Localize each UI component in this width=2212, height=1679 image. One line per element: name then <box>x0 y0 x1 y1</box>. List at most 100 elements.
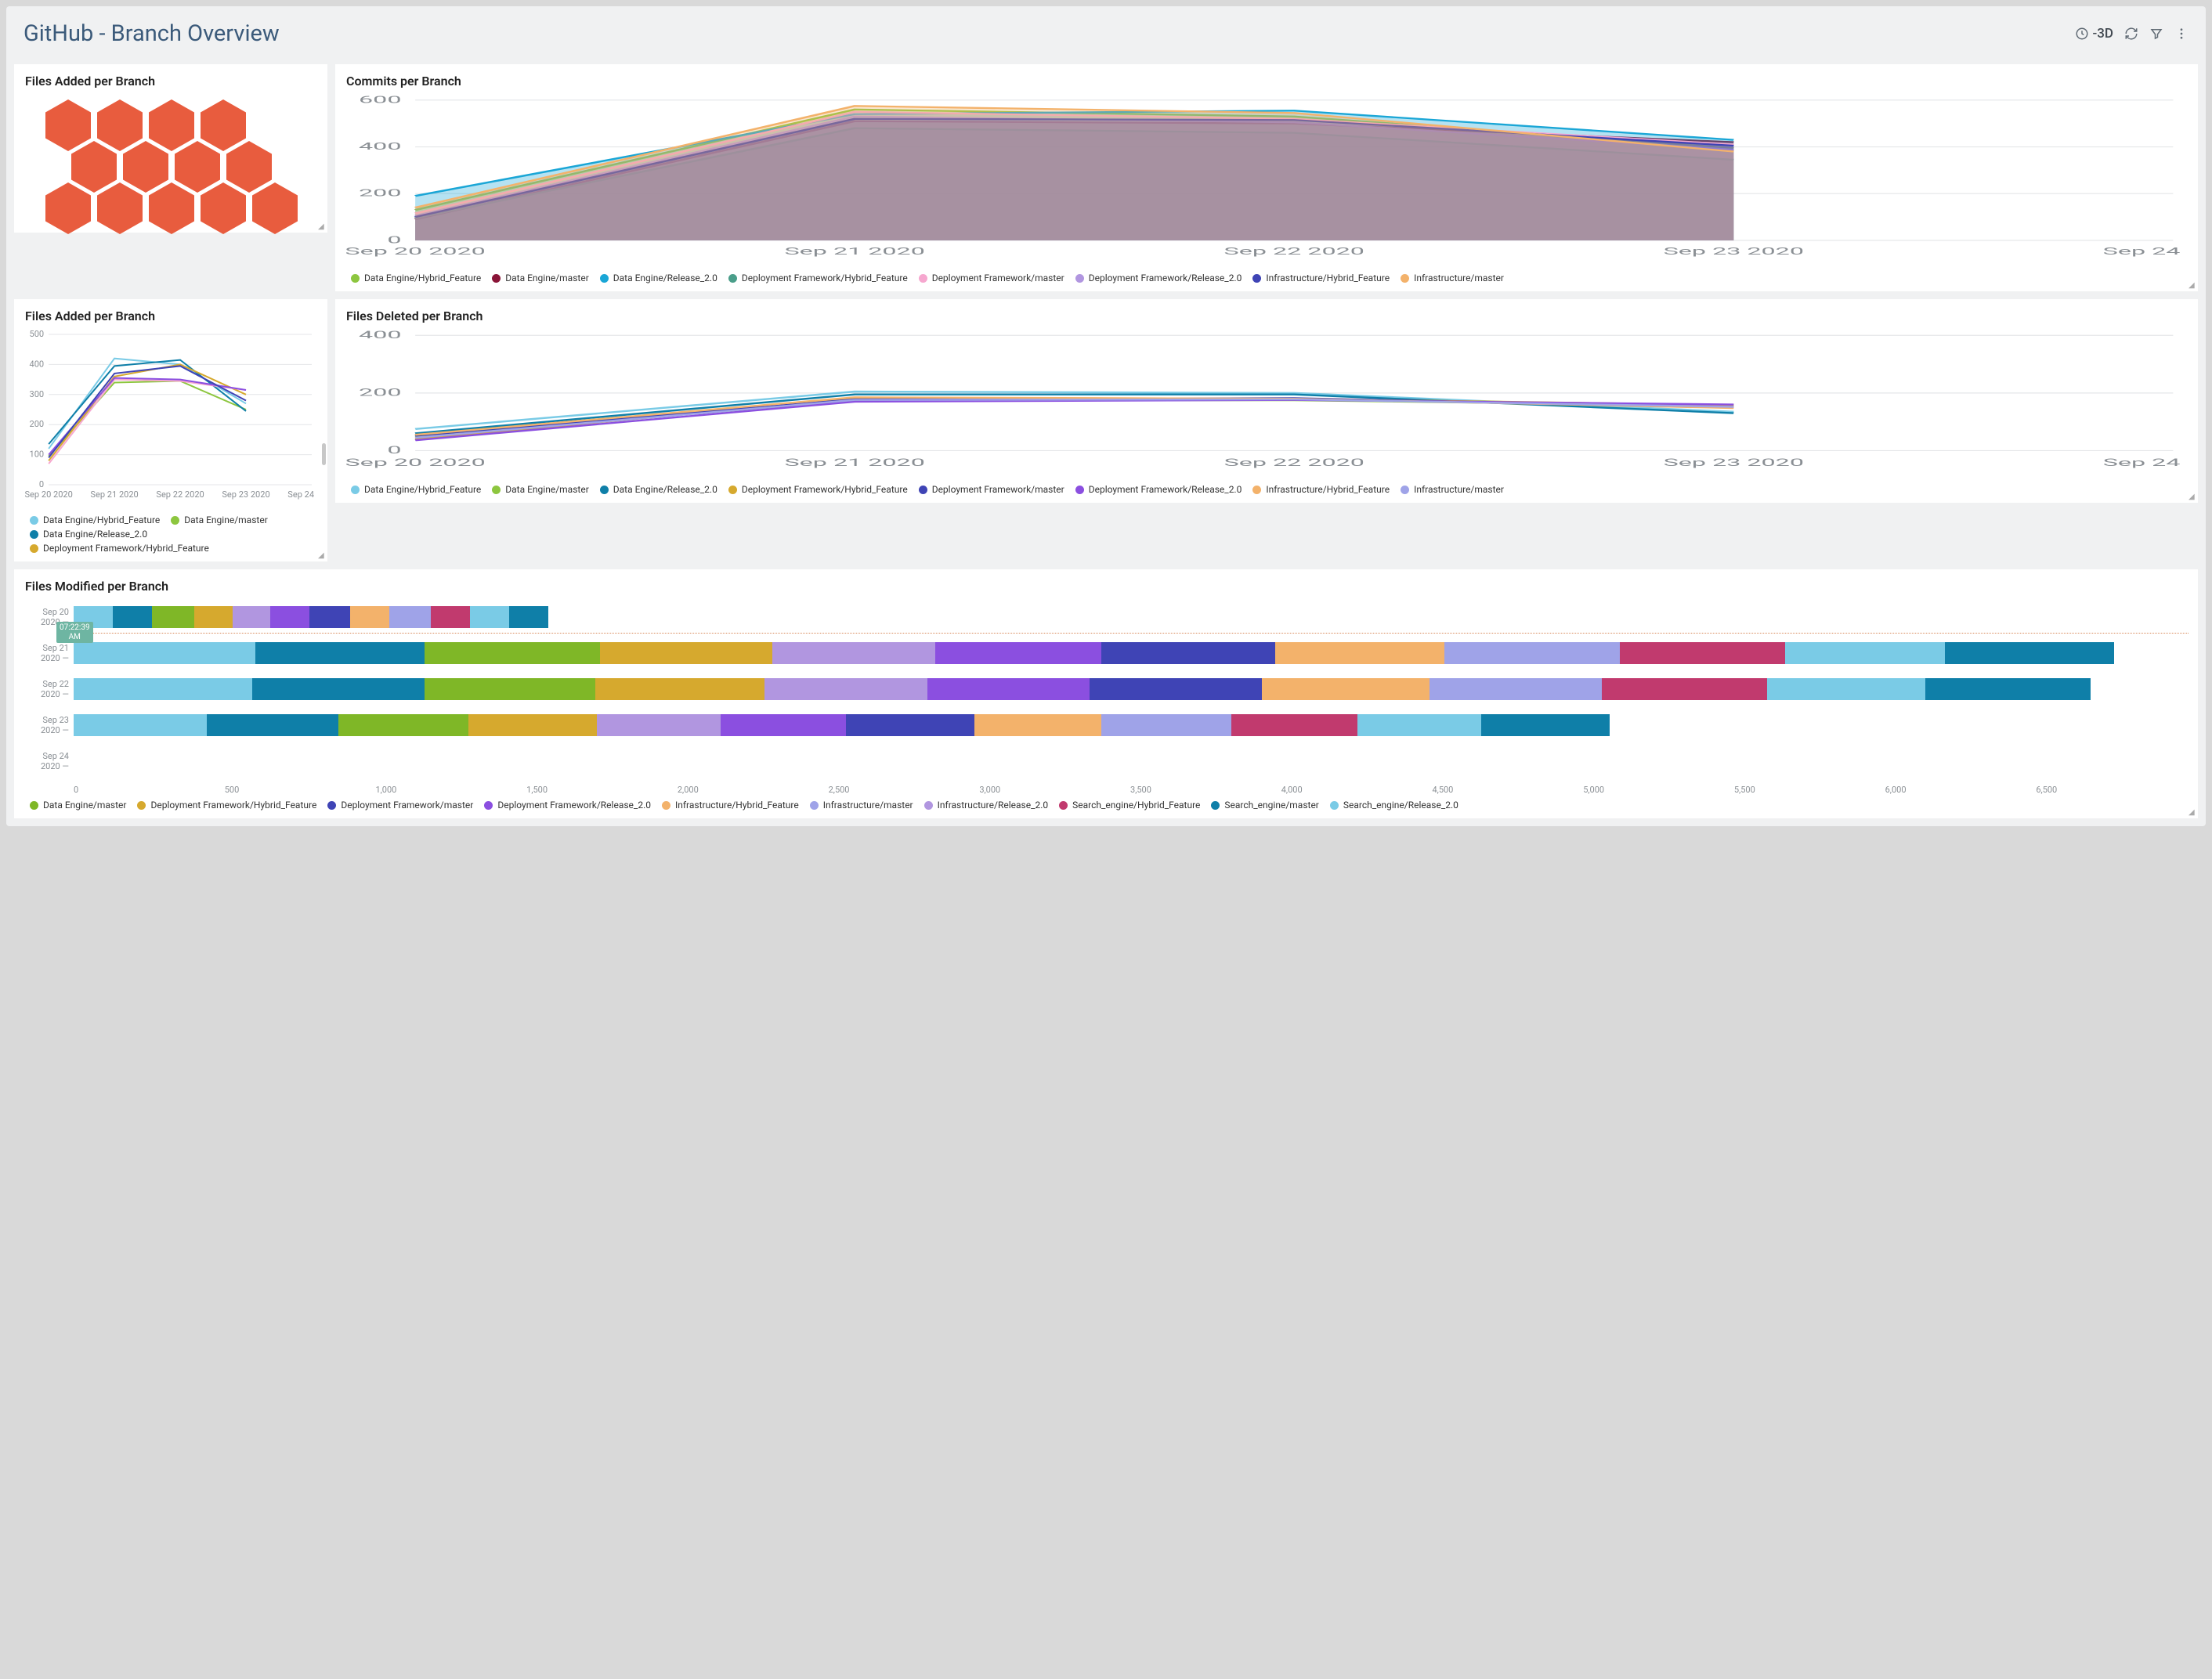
bar-segment[interactable] <box>350 606 389 628</box>
bar-category-label: Sep 23 2020 — <box>25 715 74 735</box>
bar-segment[interactable] <box>597 714 721 736</box>
bar-segment[interactable] <box>772 642 935 664</box>
legend-item[interactable]: Deployment Framework/Hybrid_Feature <box>728 484 908 495</box>
legend-item[interactable]: Deployment Framework/master <box>327 800 473 811</box>
bar-segment[interactable] <box>1357 714 1481 736</box>
legend-item[interactable]: Data Engine/master <box>492 273 588 283</box>
bar-segment[interactable] <box>152 606 194 628</box>
legend-swatch <box>327 801 336 810</box>
legend-item[interactable]: Data Engine/master <box>171 515 267 525</box>
xaxis-tick: 1,500 <box>526 785 678 795</box>
bar-segment[interactable] <box>1090 678 1262 700</box>
bar-segment[interactable] <box>470 606 509 628</box>
bar-segment[interactable] <box>309 606 350 628</box>
bar-segment[interactable] <box>721 714 846 736</box>
legend-item[interactable]: Deployment Framework/Hybrid_Feature <box>137 800 316 811</box>
bar-segment[interactable] <box>1101 642 1275 664</box>
bar-segment[interactable] <box>113 606 152 628</box>
legend-swatch <box>919 274 927 283</box>
bar-segment[interactable] <box>1101 714 1231 736</box>
bar-segment[interactable] <box>1444 642 1620 664</box>
bar-segment[interactable] <box>600 642 772 664</box>
bar-segment[interactable] <box>255 642 425 664</box>
bar-segment[interactable] <box>431 606 470 628</box>
bar-track[interactable] <box>74 642 2187 664</box>
bar-segment[interactable] <box>1602 678 1768 700</box>
legend-item[interactable]: Data Engine/Hybrid_Feature <box>30 515 160 525</box>
bar-track[interactable] <box>74 714 2187 736</box>
bar-segment[interactable] <box>595 678 764 700</box>
legend-item[interactable]: Deployment Framework/master <box>919 484 1064 495</box>
bar-segment[interactable] <box>1262 678 1429 700</box>
bar-segment[interactable] <box>270 606 309 628</box>
legend-item[interactable]: Data Engine/Release_2.0 <box>600 273 717 283</box>
bar-segment[interactable] <box>1925 678 2091 700</box>
legend-item[interactable]: Data Engine/Release_2.0 <box>30 529 147 540</box>
legend-item[interactable]: Search_engine/Hybrid_Feature <box>1059 800 1200 811</box>
bar-segment[interactable] <box>1275 642 1444 664</box>
legend-item[interactable]: Search_engine/Release_2.0 <box>1330 800 1458 811</box>
bar-segment[interactable] <box>509 606 548 628</box>
legend-item[interactable]: Data Engine/master <box>492 484 588 495</box>
legend-item[interactable]: Deployment Framework/Release_2.0 <box>1075 273 1242 283</box>
time-range-picker[interactable]: -3D <box>2075 26 2113 42</box>
legend-label: Deployment Framework/Release_2.0 <box>1089 484 1242 495</box>
bar-segment[interactable] <box>1481 714 1610 736</box>
bar-segment[interactable] <box>935 642 1101 664</box>
bar-segment[interactable] <box>764 678 927 700</box>
legend-swatch <box>1252 274 1261 283</box>
bar-segment[interactable] <box>74 678 252 700</box>
bar-segment[interactable] <box>927 678 1090 700</box>
bar-segment[interactable] <box>846 714 974 736</box>
bar-segment[interactable] <box>1429 678 1602 700</box>
legend-item[interactable]: Deployment Framework/master <box>919 273 1064 283</box>
bar-segment[interactable] <box>1785 642 1944 664</box>
honeycomb-chart[interactable] <box>14 95 327 233</box>
bar-track[interactable] <box>74 606 2187 628</box>
legend-item[interactable]: Deployment Framework/Release_2.0 <box>1075 484 1242 495</box>
bar-segment[interactable] <box>1231 714 1358 736</box>
legend-item[interactable]: Search_engine/master <box>1211 800 1318 811</box>
bar-segment[interactable] <box>207 714 338 736</box>
bar-segment[interactable] <box>425 642 600 664</box>
legend-item[interactable]: Data Engine/Hybrid_Feature <box>351 484 481 495</box>
legend-item[interactable]: Infrastructure/Hybrid_Feature <box>1252 273 1390 283</box>
bar-segment[interactable] <box>1945 642 2114 664</box>
bar-track[interactable] <box>74 750 2187 772</box>
bar-segment[interactable] <box>233 606 270 628</box>
filter-button[interactable] <box>2149 27 2163 41</box>
scrollbar-thumb[interactable] <box>322 443 326 465</box>
legend-item[interactable]: Deployment Framework/Hybrid_Feature <box>30 543 209 554</box>
stacked-bar-row: Sep 24 2020 — <box>25 749 2187 774</box>
legend-item[interactable]: Infrastructure/Hybrid_Feature <box>1252 484 1390 495</box>
bar-segment[interactable] <box>468 714 597 736</box>
refresh-button[interactable] <box>2124 27 2138 41</box>
files-added-chart[interactable]: 0100200300400500Sep 20 2020Sep 21 2020Se… <box>14 330 327 510</box>
legend-item[interactable]: Infrastructure/Release_2.0 <box>924 800 1049 811</box>
bar-segment[interactable] <box>338 714 468 736</box>
legend-item[interactable]: Infrastructure/master <box>810 800 913 811</box>
clock-icon <box>2075 27 2089 41</box>
commits-chart[interactable]: 0200400600Sep 20 2020Sep 21 2020Sep 22 2… <box>335 95 2198 268</box>
files-deleted-chart[interactable]: 0200400Sep 20 2020Sep 21 2020Sep 22 2020… <box>335 330 2198 479</box>
legend-item[interactable]: Data Engine/Hybrid_Feature <box>351 273 481 283</box>
bar-segment[interactable] <box>74 714 207 736</box>
bar-segment[interactable] <box>1767 678 1925 700</box>
more-button[interactable] <box>2174 27 2189 41</box>
legend-item[interactable]: Data Engine/master <box>30 800 126 811</box>
bar-segment[interactable] <box>1620 642 1786 664</box>
bar-segment[interactable] <box>252 678 425 700</box>
legend-item[interactable]: Infrastructure/master <box>1401 273 1504 283</box>
bar-track[interactable] <box>74 678 2187 700</box>
bar-segment[interactable] <box>389 606 432 628</box>
files-modified-chart[interactable]: 07:22:39 AM Sep 20 2020 —Sep 21 2020 —Se… <box>14 600 2198 795</box>
bar-segment[interactable] <box>425 678 595 700</box>
legend-item[interactable]: Infrastructure/Hybrid_Feature <box>662 800 799 811</box>
legend-item[interactable]: Deployment Framework/Hybrid_Feature <box>728 273 908 283</box>
legend-item[interactable]: Deployment Framework/Release_2.0 <box>484 800 651 811</box>
bar-segment[interactable] <box>74 642 255 664</box>
legend-item[interactable]: Infrastructure/master <box>1401 484 1504 495</box>
bar-segment[interactable] <box>194 606 233 628</box>
legend-item[interactable]: Data Engine/Release_2.0 <box>600 484 717 495</box>
bar-segment[interactable] <box>974 714 1101 736</box>
